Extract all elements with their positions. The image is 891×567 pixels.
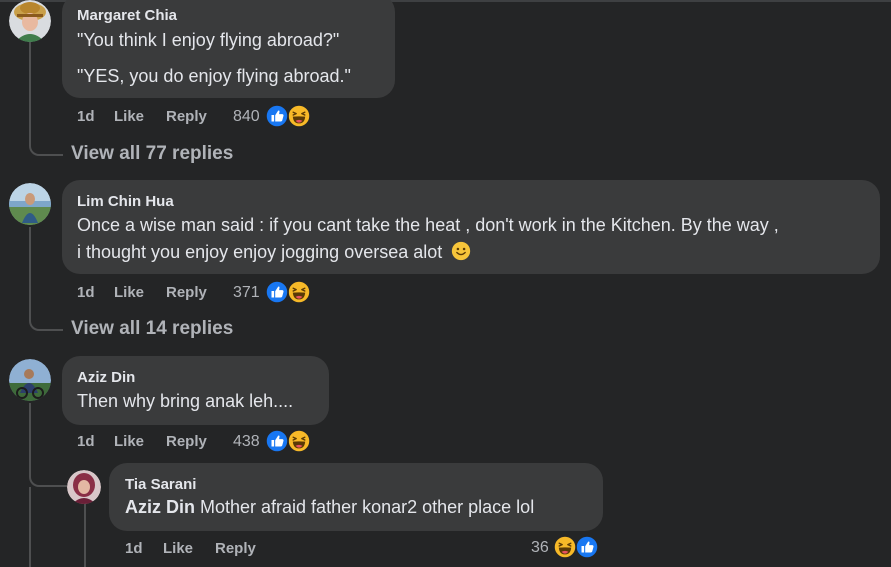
comment-time[interactable]: 1d	[77, 108, 95, 125]
avatar-lim-chin-hua[interactable]	[9, 183, 51, 225]
comment-time[interactable]: 1d	[77, 284, 95, 301]
like-button[interactable]: Like	[114, 284, 144, 301]
avatar-margaret-chia[interactable]	[9, 0, 51, 42]
thumbs-up-icon	[265, 104, 289, 128]
reply-button[interactable]: Reply	[166, 433, 207, 450]
reaction-count[interactable]: 840	[233, 108, 260, 126]
thread-line	[29, 403, 31, 472]
comment-time[interactable]: 1d	[77, 433, 95, 450]
reply-button[interactable]: Reply	[166, 108, 207, 125]
laughing-face-icon	[287, 280, 311, 304]
thumbs-up-icon	[265, 280, 289, 304]
view-replies-link[interactable]: View all 77 replies	[71, 143, 233, 165]
like-button[interactable]: Like	[114, 108, 144, 125]
comment-author[interactable]: Aziz Din	[77, 369, 135, 386]
reactions-summary[interactable]	[553, 535, 601, 559]
comment-author[interactable]: Margaret Chia	[77, 7, 177, 24]
comment-text-line: Then why bring anak leh....	[77, 391, 294, 411]
comment-text-line: "You think I enjoy flying abroad?"	[77, 30, 340, 50]
thread-connector	[29, 470, 67, 487]
thread-line	[29, 227, 31, 315]
comments-panel: Margaret Chia "You think I enjoy flying …	[0, 0, 891, 567]
reactions-summary[interactable]	[265, 280, 313, 304]
smiling-face-icon	[451, 241, 471, 261]
comment-text: i thought you enjoy enjoy jogging overse…	[77, 242, 443, 262]
reply-thread-line	[84, 503, 86, 567]
reaction-count[interactable]: 36	[531, 539, 549, 557]
laughing-face-icon	[287, 429, 311, 453]
reaction-count[interactable]: 371	[233, 284, 260, 302]
reaction-count[interactable]: 438	[233, 433, 260, 451]
like-button[interactable]: Like	[114, 433, 144, 450]
view-replies-link[interactable]: View all 14 replies	[71, 318, 233, 340]
reply-button[interactable]: Reply	[215, 540, 256, 557]
comment-author[interactable]: Lim Chin Hua	[77, 193, 174, 210]
mention-tag[interactable]: Aziz Din	[125, 497, 195, 517]
comment-text-line: "YES, you do enjoy flying abroad."	[77, 66, 351, 86]
laughing-face-icon	[553, 535, 577, 559]
thread-line	[29, 42, 31, 140]
avatar-aziz-din[interactable]	[9, 359, 51, 401]
like-button[interactable]: Like	[163, 540, 193, 557]
reply-time[interactable]: 1d	[125, 540, 143, 557]
comment-text-line: Once a wise man said : if you cant take …	[77, 215, 779, 235]
reactions-summary[interactable]	[265, 104, 313, 128]
laughing-face-icon	[287, 104, 311, 128]
thread-connector	[29, 138, 63, 156]
reply-text: Aziz Din Mother afraid father konar2 oth…	[125, 497, 534, 518]
comment-text-line: i thought you enjoy enjoy jogging overse…	[77, 241, 471, 263]
thread-connector	[29, 313, 63, 331]
reply-text-body: Mother afraid father konar2 other place …	[195, 497, 535, 517]
thread-line	[29, 487, 31, 567]
avatar-tia-sarani[interactable]	[67, 470, 101, 504]
thumbs-up-icon	[575, 535, 599, 559]
reply-button[interactable]: Reply	[166, 284, 207, 301]
thumbs-up-icon	[265, 429, 289, 453]
reply-author[interactable]: Tia Sarani	[125, 476, 196, 493]
reactions-summary[interactable]	[265, 429, 313, 453]
